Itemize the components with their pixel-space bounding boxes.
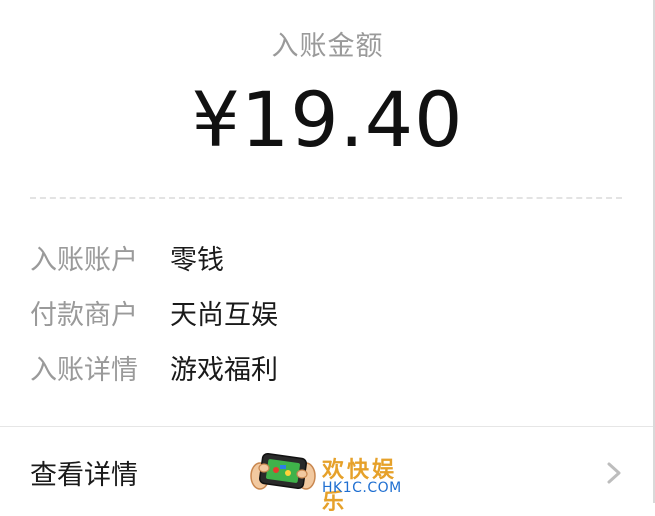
field-key: 入账账户 (30, 245, 138, 276)
amount-value: ¥19.40 (191, 75, 464, 164)
gamepad-hands-icon (250, 452, 316, 490)
field-key: 入账详情 (30, 355, 138, 386)
transaction-detail-card: 入账金额 ¥19.40 入账账户 零钱 付款商户 天尚互娱 入账详情 游戏福利 … (0, 0, 655, 515)
view-details-label: 查看详情 (30, 460, 138, 491)
field-value: 天尚互娱 (170, 300, 278, 331)
chevron-right-icon (607, 462, 621, 484)
watermark-domain: HK1C.COM (322, 480, 402, 496)
dashed-separator (30, 197, 622, 199)
field-value: 游戏福利 (170, 355, 278, 386)
field-value: 零钱 (170, 245, 224, 276)
watermark-logo: 欢快娱乐 HK1C.COM (250, 446, 420, 515)
field-key: 付款商户 (30, 300, 138, 331)
amount-label: 入账金额 (271, 31, 384, 62)
